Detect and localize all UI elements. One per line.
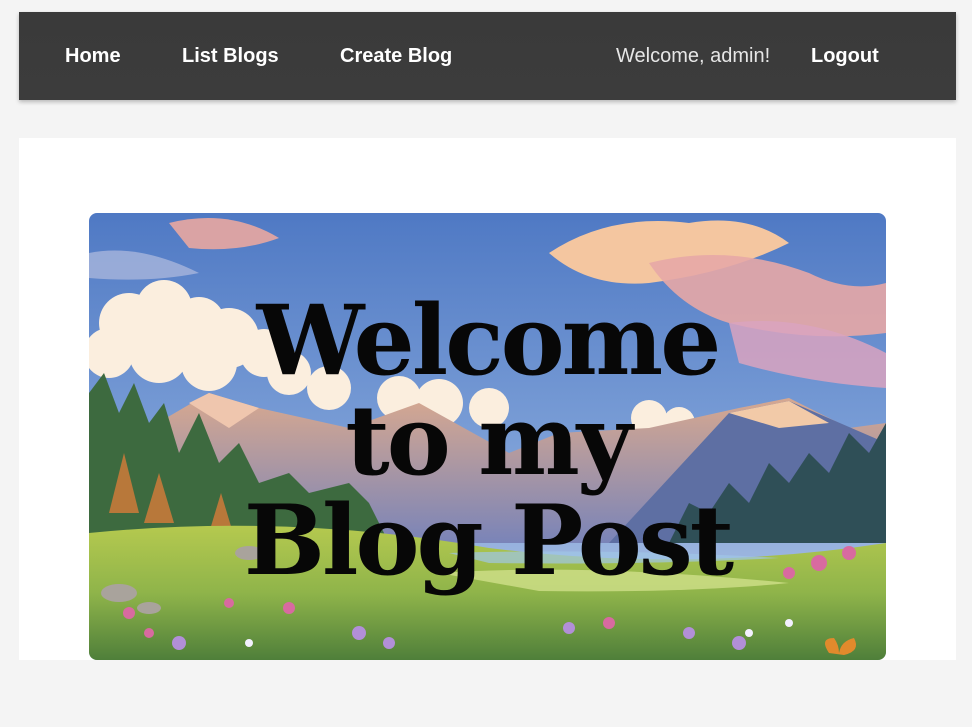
hero-banner-image: Welcome to my Blog Post [89, 213, 886, 660]
nav-list-blogs-link[interactable]: List Blogs [182, 12, 279, 100]
landscape-illustration [89, 213, 886, 660]
blog-content-card: Welcome to my Blog Post [19, 138, 956, 660]
welcome-message: Welcome, admin! [616, 45, 771, 67]
nav-logout-link[interactable]: Logout [811, 12, 879, 100]
nav-home-link[interactable]: Home [65, 12, 121, 100]
nav-create-blog-link[interactable]: Create Blog [340, 12, 452, 100]
top-navbar: Home List Blogs Create Blog Welcome, adm… [19, 12, 956, 100]
